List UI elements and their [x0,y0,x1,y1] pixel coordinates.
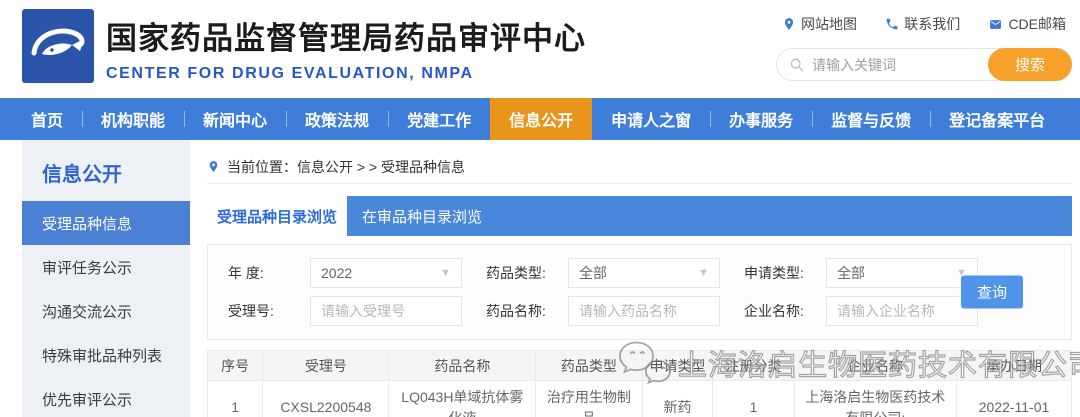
company-name-input[interactable] [826,296,978,326]
apply-type-select[interactable]: 全部 ▼ [826,258,978,288]
sidebar-title: 信息公开 [22,140,190,201]
nav-item-applicant-window[interactable]: 申请人之窗 [592,98,710,140]
contact-link[interactable]: 联系我们 [885,14,960,34]
cell-registration-class: 1 [713,381,794,417]
page: 国家药品监督管理局药品审评中心 CENTER FOR DRUG EVALUATI… [0,0,1080,417]
cde-mail-label: CDE邮箱 [1008,14,1066,34]
filter-acceptance-no: 受理号: [228,296,462,326]
query-button[interactable]: 查询 [961,276,1023,309]
nav-item-info-disclosure[interactable]: 信息公开 [490,98,592,140]
company-name-label: 企业名称: [744,301,816,321]
drug-type-select-value: 全部 [579,263,607,283]
year-select[interactable]: 2022 ▼ [310,258,462,288]
breadcrumb-text: 当前位置：信息公开 > > 受理品种信息 [227,157,465,177]
cell-acceptance-no: CXSL2200548 [263,381,389,417]
filter-year: 年 度: 2022 ▼ [228,258,462,288]
filter-company-name: 企业名称: [744,296,978,326]
filter-drug-name: 药品名称: [486,296,720,326]
search-button[interactable]: 搜索 [988,48,1072,81]
results-table: 序号 受理号 药品名称 药品类型 申请类型 注册分类 企业名称 承办日期 1 C… [207,350,1072,417]
nav-item-home[interactable]: 首页 [12,98,82,140]
sidebar-item-special-approval[interactable]: 特殊审批品种列表 [22,333,190,377]
cell-index: 1 [208,381,263,417]
sitemap-link[interactable]: 网站地图 [782,14,857,34]
site-header: 国家药品监督管理局药品审评中心 CENTER FOR DRUG EVALUATI… [0,0,1080,98]
cell-company: 上海洛启生物医药技术有限公司; [794,381,956,417]
col-header-index: 序号 [208,351,263,381]
site-subtitle: CENTER FOR DRUG EVALUATION, NMPA [106,65,586,83]
filter-drug-type: 药品类型: 全部 ▼ [486,258,720,288]
nav-item-policy[interactable]: 政策法规 [286,98,388,140]
cde-logo-icon [22,9,94,83]
cell-drug-name: LQ043H单域抗体雾化液 [389,381,536,417]
location-pin-icon [207,159,220,174]
brand-text: 国家药品监督管理局药品审评中心 CENTER FOR DRUG EVALUATI… [106,9,586,83]
filter-apply-type: 申请类型: 全部 ▼ [744,258,978,288]
sidebar-item-priority-review[interactable]: 优先审评公示 [22,377,190,417]
filter-panel: 年 度: 2022 ▼ 药品类型: 全部 ▼ [207,244,1072,340]
apply-type-label: 申请类型: [744,263,816,283]
col-header-company: 企业名称 [794,351,956,381]
sitemap-label: 网站地图 [801,14,857,34]
main-nav: 首页 机构职能 新闻中心 政策法规 党建工作 信息公开 申请人之窗 办事服务 监… [0,98,1080,140]
main-panel: 当前位置：信息公开 > > 受理品种信息 受理品种目录浏览 在审品种目录浏览 年… [207,140,1072,417]
chevron-down-icon: ▼ [440,267,451,279]
sidebar-item-accepted-varieties[interactable]: 受理品种信息 [22,201,190,245]
header-right: 网站地图 联系我们 CDE邮箱 搜索 [776,14,1072,81]
mail-icon [988,18,1003,31]
cell-date: 2022-11-01 [957,381,1072,417]
nav-item-news[interactable]: 新闻中心 [184,98,286,140]
breadcrumb: 当前位置：信息公开 > > 受理品种信息 [207,150,1072,184]
contact-label: 联系我们 [904,14,960,34]
acceptance-no-input[interactable] [310,296,462,326]
col-header-apply-type: 申请类型 [642,351,713,381]
table-row: 1 CXSL2200548 LQ043H单域抗体雾化液 治疗用生物制品 新药 1… [208,381,1072,417]
nav-item-party[interactable]: 党建工作 [388,98,490,140]
filter-row-1: 年 度: 2022 ▼ 药品类型: 全部 ▼ [228,258,1055,288]
quick-links: 网站地图 联系我们 CDE邮箱 [776,14,1072,34]
phone-icon [885,17,899,31]
chevron-down-icon: ▼ [698,267,709,279]
sidebar-item-review-tasks[interactable]: 审评任务公示 [22,245,190,289]
col-header-acceptance-no: 受理号 [263,351,389,381]
sidebar: 信息公开 受理品种信息 审评任务公示 沟通交流公示 特殊审批品种列表 优先审评公… [22,140,190,417]
year-label: 年 度: [228,263,300,283]
drug-name-label: 药品名称: [486,301,558,321]
col-header-date: 承办日期 [957,351,1072,381]
drug-name-input[interactable] [568,296,720,326]
tab-accepted-catalog[interactable]: 受理品种目录浏览 [207,196,347,236]
brand: 国家药品监督管理局药品审评中心 CENTER FOR DRUG EVALUATI… [22,9,586,83]
nav-item-functions[interactable]: 机构职能 [82,98,184,140]
nav-item-services[interactable]: 办事服务 [710,98,812,140]
search-icon [789,57,805,73]
sidebar-item-communication[interactable]: 沟通交流公示 [22,289,190,333]
col-header-drug-type: 药品类型 [536,351,642,381]
col-header-registration-class: 注册分类 [713,351,794,381]
cell-drug-type: 治疗用生物制品 [536,381,642,417]
tab-strip: 受理品种目录浏览 在审品种目录浏览 [207,196,1072,236]
filter-row-2: 受理号: 药品名称: 企业名称: [228,296,1055,326]
site-search: 搜索 [776,48,1072,81]
location-pin-icon [782,17,796,31]
nav-item-registration-platform[interactable]: 登记备案平台 [930,98,1064,140]
content: 信息公开 受理品种信息 审评任务公示 沟通交流公示 特殊审批品种列表 优先审评公… [0,140,1080,417]
drug-type-label: 药品类型: [486,263,558,283]
acceptance-no-label: 受理号: [228,301,300,321]
cell-apply-type: 新药 [642,381,713,417]
table-header-row: 序号 受理号 药品名称 药品类型 申请类型 注册分类 企业名称 承办日期 [208,351,1072,381]
col-header-drug-name: 药品名称 [389,351,536,381]
tab-under-review-catalog[interactable]: 在审品种目录浏览 [347,196,497,236]
nav-item-supervision[interactable]: 监督与反馈 [812,98,930,140]
apply-type-select-value: 全部 [837,263,865,283]
year-select-value: 2022 [321,265,352,281]
drug-type-select[interactable]: 全部 ▼ [568,258,720,288]
cde-mail-link[interactable]: CDE邮箱 [988,14,1066,34]
site-title: 国家药品监督管理局药品审评中心 [106,13,586,58]
